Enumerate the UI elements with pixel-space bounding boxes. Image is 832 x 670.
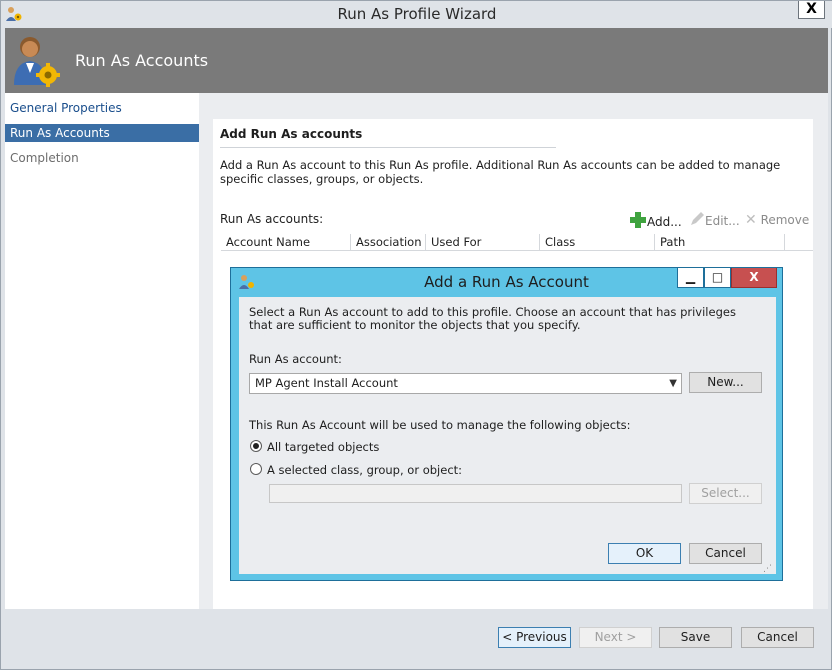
dialog-minimize-button[interactable]: ▁ <box>677 268 704 288</box>
new-account-button[interactable]: New... <box>689 372 762 393</box>
section-description: Add a Run As account to this Run As prof… <box>220 158 781 186</box>
nav-item-completion[interactable]: Completion <box>5 149 199 167</box>
dialog-body <box>239 297 776 574</box>
window-title: Run As Profile Wizard <box>337 5 497 23</box>
column-class[interactable]: Class <box>540 234 655 251</box>
dialog-intro-text: Select a Run As account to add to this p… <box>249 305 736 332</box>
edit-label: Edit... <box>705 214 740 228</box>
column-association[interactable]: Association <box>351 234 426 251</box>
radio-all-targeted-label[interactable]: All targeted objects <box>267 440 379 454</box>
page-title: Run As Accounts <box>75 51 209 70</box>
run-as-account-value: MP Agent Install Account <box>255 376 398 390</box>
radio-selected-dot <box>253 443 259 449</box>
remove-x-icon: ✕ <box>745 212 757 228</box>
radio-all-targeted[interactable] <box>250 440 262 452</box>
column-used-for[interactable]: Used For <box>426 234 540 251</box>
radio-selected-object-label[interactable]: A selected class, group, or object: <box>267 463 462 477</box>
wizard-header: Run As Accounts <box>5 28 828 93</box>
title-bar: Run As Profile Wizard X <box>1 1 832 28</box>
remove-label: Remove <box>760 213 810 227</box>
remove-account-button[interactable]: ✕ Remove <box>745 211 809 229</box>
scope-label: This Run As Account will be used to mana… <box>249 418 631 432</box>
dialog-title-bar: Add a Run As Account ▁ □ X <box>231 268 782 296</box>
radio-selected-object[interactable] <box>250 463 262 475</box>
cancel-button[interactable]: Cancel <box>741 627 814 648</box>
edit-account-button[interactable]: Edit... <box>689 211 740 229</box>
save-button[interactable]: Save <box>659 627 732 648</box>
accounts-grid-header: Account Name Association Used For Class … <box>221 234 813 251</box>
add-account-button[interactable]: Add... <box>629 211 682 229</box>
wizard-nav: General Properties Run As Accounts Compl… <box>5 93 199 609</box>
nav-item-run-as-accounts[interactable]: Run As Accounts <box>5 124 199 142</box>
next-button[interactable]: Next > <box>579 627 652 648</box>
nav-item-general-properties[interactable]: General Properties <box>5 99 199 117</box>
run-as-account-label: Run As account: <box>249 352 342 366</box>
column-path[interactable]: Path <box>655 234 785 251</box>
plus-icon <box>629 211 647 234</box>
run-as-account-select[interactable]: MP Agent Install Account ▼ <box>249 373 682 394</box>
add-label: Add... <box>647 215 682 229</box>
previous-button[interactable]: < Previous <box>498 627 571 648</box>
selected-object-field[interactable] <box>269 484 682 503</box>
chevron-down-icon: ▼ <box>669 378 677 389</box>
user-gear-icon <box>10 33 62 87</box>
pencil-icon <box>689 211 705 232</box>
select-object-button[interactable]: Select... <box>689 483 762 504</box>
resize-grip-icon[interactable]: ⋰ <box>763 564 775 576</box>
wizard-window: Run As Profile Wizard X Run As Accounts <box>0 0 832 670</box>
section-divider <box>220 147 556 148</box>
column-account-name[interactable]: Account Name <box>221 234 351 251</box>
section-title: Add Run As accounts <box>220 127 363 141</box>
accounts-label: Run As accounts: <box>220 212 324 226</box>
dialog-close-button[interactable]: X <box>731 268 777 288</box>
dialog-ok-button[interactable]: OK <box>608 543 681 564</box>
dialog-cancel-button[interactable]: Cancel <box>689 543 762 564</box>
close-window-button[interactable]: X <box>798 1 825 19</box>
dialog-maximize-button[interactable]: □ <box>704 268 731 288</box>
